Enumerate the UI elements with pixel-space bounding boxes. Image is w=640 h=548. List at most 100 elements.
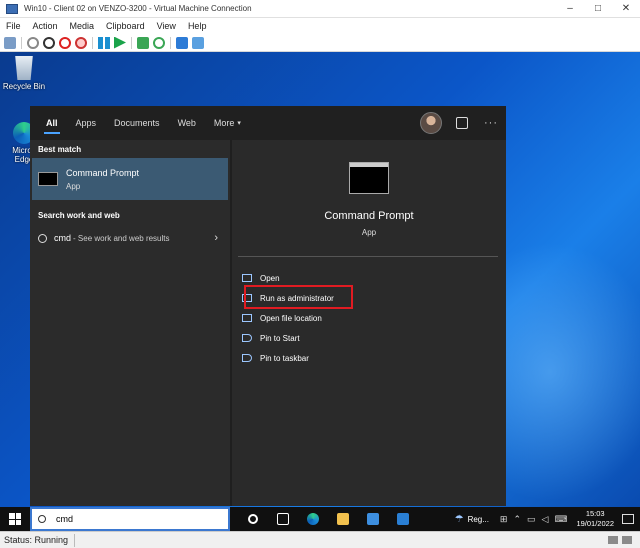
start-button[interactable] (0, 507, 30, 531)
search-header-actions: ··· (420, 112, 498, 134)
web-search-result[interactable]: cmd - See work and web results › (30, 226, 230, 250)
best-match-name: Command Prompt (66, 167, 140, 178)
web-result-hint: - See work and web results (73, 233, 170, 243)
avatar[interactable] (420, 112, 442, 134)
taskbar-search-box[interactable]: cmd (30, 507, 230, 531)
preview-app-name: Command Prompt (324, 210, 414, 222)
recycle-bin-icon (15, 56, 33, 80)
toolbar-separator (92, 36, 93, 49)
folder-location-icon (242, 314, 252, 322)
desktop-icon-label: Recycle Bin (2, 82, 46, 91)
pause-icon[interactable] (98, 36, 110, 49)
best-match-type: App (66, 181, 81, 191)
window-controls: – □ ✕ (556, 0, 640, 18)
enhanced-session-icon[interactable] (176, 36, 188, 49)
toolbar-separator (131, 36, 132, 49)
command-prompt-large-icon (349, 162, 389, 194)
weather-widget[interactable]: ☂ Reg... (455, 514, 489, 525)
file-explorer-icon[interactable] (328, 507, 358, 531)
open-icon (242, 274, 252, 282)
menu-clipboard[interactable]: Clipboard (100, 21, 151, 31)
share-icon[interactable] (192, 36, 204, 49)
maximize-button[interactable]: □ (584, 0, 612, 18)
command-prompt-icon (38, 172, 58, 186)
taskbar-search-input[interactable]: cmd (56, 514, 73, 524)
task-view-icon[interactable] (268, 507, 298, 531)
result-preview-pane: Command Prompt App Open Run as administr… (232, 140, 506, 506)
clock-date: 19/01/2022 (576, 519, 614, 528)
preview-app-type: App (361, 228, 377, 237)
feedback-icon[interactable] (456, 117, 468, 129)
shutdown-icon[interactable] (59, 36, 71, 49)
checkpoint-icon[interactable] (137, 36, 149, 49)
clock-time: 15:03 (585, 509, 605, 518)
action-open-file-location[interactable]: Open file location (240, 308, 500, 328)
pin-icon (242, 334, 252, 342)
chevron-right-icon[interactable]: › (214, 232, 218, 244)
mail-icon[interactable] (388, 507, 418, 531)
start-vm-icon[interactable] (27, 36, 39, 49)
menu-bar: File Action Media Clipboard View Help (0, 18, 640, 34)
menu-action[interactable]: Action (27, 21, 64, 31)
lock-status-icon (622, 536, 632, 544)
clock[interactable]: 15:03 19/01/2022 (576, 509, 614, 529)
store-icon[interactable] (358, 507, 388, 531)
tab-all[interactable]: All (40, 106, 64, 140)
menu-help[interactable]: Help (182, 21, 213, 31)
taskbar: cmd ☂ Reg... ⊞ ⌃ ▭ ◁ ⌨ 15:03 19/01/2022 (0, 507, 640, 531)
show-hidden-icons-icon[interactable]: ⌃ (513, 514, 521, 525)
desktop-icon-recycle-bin[interactable]: Recycle Bin (2, 56, 46, 91)
vm-connection-icon (6, 3, 18, 14)
battery-icon[interactable]: ▭ (527, 514, 536, 525)
action-label: Pin to taskbar (260, 353, 309, 363)
preview-actions: Open Run as administrator Open file loca… (240, 268, 500, 368)
notifications-icon[interactable] (622, 514, 634, 524)
web-result-query: cmd (54, 233, 72, 243)
pin-icon (242, 354, 252, 362)
edge-icon[interactable] (298, 507, 328, 531)
umbrella-icon: ☂ (454, 513, 464, 525)
tab-web[interactable]: Web (172, 106, 202, 140)
action-pin-to-taskbar[interactable]: Pin to taskbar (240, 348, 500, 368)
status-indicators (604, 536, 632, 544)
minimize-button[interactable]: – (556, 0, 584, 18)
vm-title-bar: Win10 - Client 02 on VENZO-3200 - Virtua… (0, 0, 640, 18)
action-label: Open file location (260, 313, 322, 323)
action-pin-to-start[interactable]: Pin to Start (240, 328, 500, 348)
system-tray: ☂ Reg... ⊞ ⌃ ▭ ◁ ⌨ 15:03 19/01/2022 (455, 507, 640, 531)
action-label: Pin to Start (260, 333, 300, 343)
search-icon (38, 515, 46, 523)
save-state-icon[interactable] (75, 36, 87, 49)
menu-file[interactable]: File (0, 21, 27, 31)
menu-view[interactable]: View (151, 21, 182, 31)
keyboard-icon[interactable]: ⌨ (554, 514, 567, 525)
tab-apps[interactable]: Apps (70, 106, 103, 140)
highlight-annotation-box (244, 285, 353, 309)
search-results-pane: Best match Command Prompt App Search wor… (30, 140, 230, 506)
close-button[interactable]: ✕ (612, 0, 640, 18)
revert-icon[interactable] (153, 36, 165, 49)
weather-text: Reg... (467, 514, 489, 524)
network-icon[interactable]: ⊞ (500, 514, 508, 525)
turn-off-icon[interactable] (43, 36, 55, 49)
cortana-icon[interactable] (238, 507, 268, 531)
volume-muted-icon[interactable]: ◁ (542, 514, 549, 525)
pinned-apps (238, 507, 418, 531)
menu-media[interactable]: Media (64, 21, 101, 31)
ctrl-alt-del-icon[interactable] (4, 36, 16, 49)
toolbar-separator (21, 36, 22, 49)
chevron-down-icon: ▾ (237, 120, 241, 127)
tab-documents[interactable]: Documents (108, 106, 166, 140)
best-match-header: Best match (38, 144, 82, 154)
tab-more[interactable]: More ▾ (208, 106, 247, 140)
keyboard-status-icon (608, 536, 618, 544)
vm-status-bar: Status: Running (0, 531, 640, 548)
resume-icon[interactable] (114, 36, 126, 49)
search-icon (38, 233, 47, 243)
best-match-result[interactable]: Command Prompt App (32, 158, 228, 200)
preview-divider (238, 256, 498, 257)
tab-more-label: More (213, 118, 235, 128)
search-web-header: Search work and web (38, 210, 120, 220)
windows-logo-icon (9, 513, 21, 525)
more-options-icon[interactable]: ··· (484, 117, 498, 129)
